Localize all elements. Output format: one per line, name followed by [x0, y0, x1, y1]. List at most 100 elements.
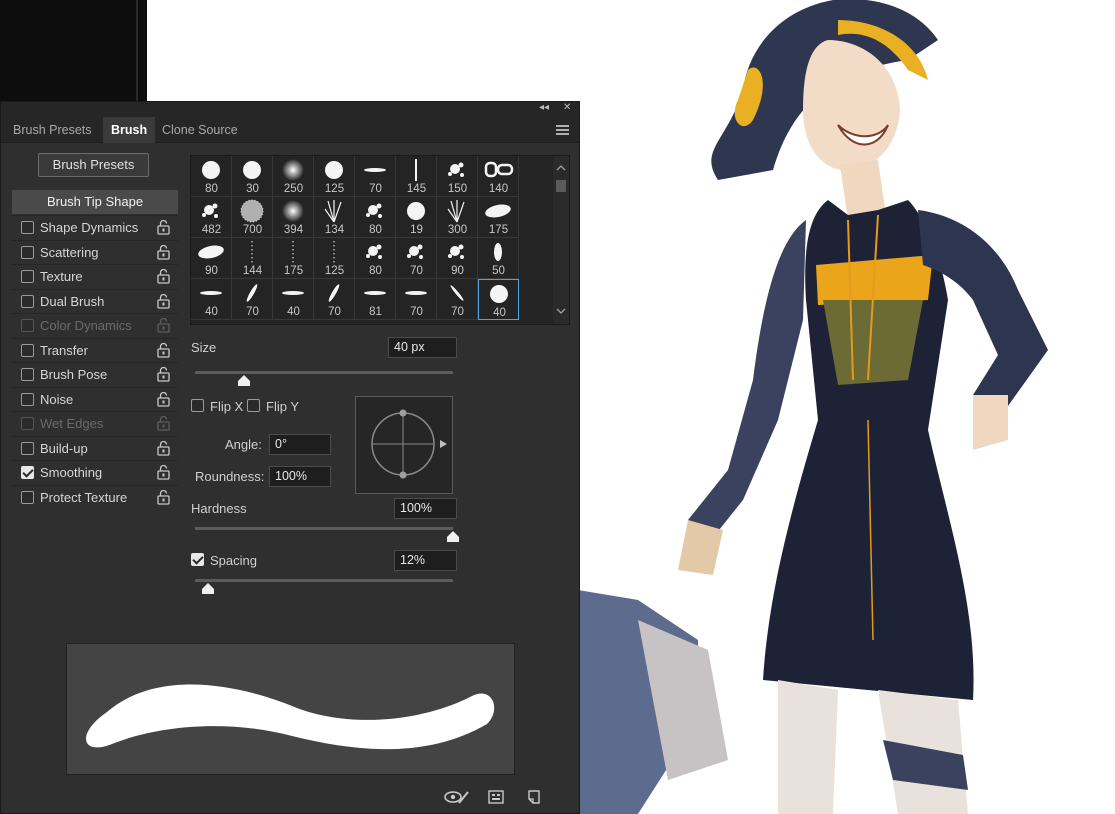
lock-icon[interactable]	[157, 366, 170, 382]
hardness-input[interactable]: 100%	[394, 498, 457, 519]
size-slider-knob[interactable]	[237, 375, 251, 387]
option-checkbox[interactable]	[21, 417, 34, 430]
brush-tip-cell[interactable]: 70	[232, 279, 273, 320]
brush-tip-cell[interactable]: 90	[437, 238, 478, 279]
grid-scrollbar[interactable]	[553, 156, 569, 324]
lock-icon[interactable]	[157, 293, 170, 309]
lock-icon[interactable]	[157, 464, 170, 480]
option-protect-texture[interactable]: Protect Texture	[12, 484, 178, 510]
hardness-slider-knob[interactable]	[446, 531, 460, 543]
lock-icon[interactable]	[157, 415, 170, 431]
option-checkbox[interactable]	[21, 368, 34, 381]
brush-tip-cell[interactable]: 40	[191, 279, 232, 320]
option-checkbox[interactable]	[21, 441, 34, 455]
option-dual-brush[interactable]: Dual Brush	[12, 288, 178, 314]
flip-y-checkbox[interactable]	[247, 399, 260, 412]
option-checkbox[interactable]	[21, 343, 34, 357]
option-smoothing[interactable]: Smoothing	[12, 460, 178, 485]
brush-tip-cell[interactable]: 175	[478, 197, 519, 238]
tab-brush-presets[interactable]: Brush Presets	[5, 117, 100, 143]
option-scattering[interactable]: Scattering	[12, 239, 178, 265]
eye-brush-icon[interactable]	[444, 789, 470, 805]
option-transfer[interactable]: Transfer	[12, 337, 178, 363]
spacing-input[interactable]: 12%	[394, 550, 457, 571]
collapse-icon[interactable]: ◂◂	[539, 102, 549, 113]
brush-tip-cell[interactable]: 80	[191, 156, 232, 197]
option-checkbox[interactable]	[21, 221, 34, 234]
lock-icon[interactable]	[157, 391, 170, 407]
brush-tip-thumbnail	[437, 238, 478, 266]
lock-icon[interactable]	[157, 342, 170, 358]
roundness-input[interactable]: 100%	[269, 466, 331, 487]
option-checkbox[interactable]	[21, 466, 34, 479]
flip-x-checkbox[interactable]	[191, 399, 204, 412]
brush-tip-cell[interactable]: 40	[273, 279, 314, 320]
brush-tip-cell[interactable]: 144	[232, 238, 273, 279]
lock-icon[interactable]	[157, 317, 170, 333]
brush-tip-size: 150	[447, 183, 468, 195]
panel-menu-icon[interactable]	[556, 125, 569, 135]
lock-icon[interactable]	[157, 268, 170, 284]
option-brush-pose[interactable]: Brush Pose	[12, 362, 178, 387]
brush-tip-cell[interactable]: 19	[396, 197, 437, 238]
angle-roundness-widget[interactable]	[355, 396, 453, 494]
lock-icon[interactable]	[157, 244, 170, 260]
brush-tip-cell[interactable]: 70	[355, 156, 396, 197]
brush-tip-cell[interactable]: 90	[191, 238, 232, 279]
brush-tip-shape-item[interactable]: Brush Tip Shape	[12, 190, 178, 214]
brush-tip-cell[interactable]: 482	[191, 197, 232, 238]
brush-tip-cell[interactable]: 134	[314, 197, 355, 238]
brush-tip-cell[interactable]: 50	[478, 238, 519, 279]
brush-tip-cell[interactable]: 70	[314, 279, 355, 320]
new-preset-icon[interactable]	[526, 789, 542, 805]
spacing-checkbox[interactable]	[191, 553, 204, 566]
brush-tip-cell[interactable]: 150	[437, 156, 478, 197]
option-checkbox[interactable]	[21, 245, 34, 259]
brush-tip-cell[interactable]: 70	[396, 238, 437, 279]
spacing-slider-knob[interactable]	[201, 583, 215, 595]
brush-tip-cell[interactable]: 145	[396, 156, 437, 197]
brush-grid-icon[interactable]	[488, 789, 504, 805]
brush-tip-cell[interactable]: 140	[478, 156, 519, 197]
option-checkbox[interactable]	[21, 319, 34, 332]
brush-tip-cell[interactable]: 70	[396, 279, 437, 320]
brush-tip-cell[interactable]: 250	[273, 156, 314, 197]
size-input[interactable]: 40 px	[388, 337, 457, 358]
brush-tip-cell[interactable]: 125	[314, 238, 355, 279]
option-build-up[interactable]: Build-up	[12, 435, 178, 461]
tab-clone-source[interactable]: Clone Source	[154, 117, 246, 143]
brush-tip-cell[interactable]: 80	[355, 197, 396, 238]
option-color-dynamics[interactable]: Color Dynamics	[12, 313, 178, 338]
brush-tip-cell[interactable]: 30	[232, 156, 273, 197]
option-shape-dynamics[interactable]: Shape Dynamics	[12, 215, 178, 240]
lock-icon[interactable]	[157, 440, 170, 456]
option-checkbox[interactable]	[21, 392, 34, 406]
scrollbar-thumb[interactable]	[556, 180, 566, 192]
close-icon[interactable]: ✕	[563, 102, 571, 113]
lock-icon[interactable]	[157, 219, 170, 235]
lock-icon[interactable]	[157, 489, 170, 505]
panel-title-bar: ◂◂ ✕	[1, 102, 579, 117]
spacing-slider-track[interactable]	[195, 579, 453, 582]
hardness-slider-track[interactable]	[195, 527, 453, 530]
brush-tip-cell[interactable]: 394	[273, 197, 314, 238]
brush-tip-cell[interactable]: 175	[273, 238, 314, 279]
brush-tip-cell[interactable]: 300	[437, 197, 478, 238]
option-wet-edges[interactable]: Wet Edges	[12, 411, 178, 436]
brush-settings-list: Brush Tip Shape Shape Dynamics Scattering…	[12, 190, 178, 509]
brush-tip-cell[interactable]: 81	[355, 279, 396, 320]
option-texture[interactable]: Texture	[12, 264, 178, 289]
brush-tip-cell[interactable]: 700	[232, 197, 273, 238]
brush-presets-button[interactable]: Brush Presets	[38, 153, 149, 177]
option-checkbox[interactable]	[21, 490, 34, 504]
option-checkbox[interactable]	[21, 270, 34, 283]
brush-tip-cell[interactable]: 80	[355, 238, 396, 279]
size-slider-track[interactable]	[195, 371, 453, 374]
brush-tip-cell[interactable]: 125	[314, 156, 355, 197]
option-noise[interactable]: Noise	[12, 386, 178, 412]
tab-brush[interactable]: Brush	[103, 117, 156, 143]
option-checkbox[interactable]	[21, 294, 34, 308]
angle-input[interactable]: 0°	[269, 434, 331, 455]
brush-tip-cell[interactable]: 70	[437, 279, 478, 320]
brush-tip-cell[interactable]: 40	[478, 279, 519, 320]
